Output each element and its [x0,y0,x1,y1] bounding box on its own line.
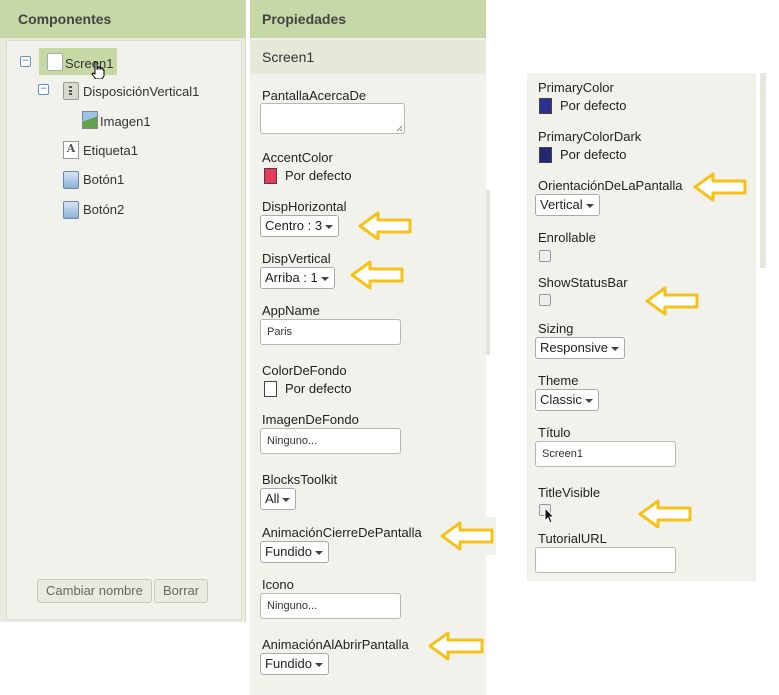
resize-grip-icon[interactable] [396,125,403,132]
show-status-bar-label: ShowStatusBar [538,275,628,290]
screen-icon [47,53,63,71]
tree-item-label: Imagen1 [100,114,151,129]
components-panel: Componentes − Screen1 − DisposiciónVerti… [0,0,246,622]
align-vertical-label: DispVertical [262,251,331,266]
open-screen-animation-label: AnimaciónAlAbrirPantalla [262,637,409,652]
properties-header: Propiedades [250,0,486,38]
label-icon: A [63,141,79,159]
accent-color-swatch[interactable] [264,168,277,184]
collapse-toggle-icon[interactable]: − [20,56,31,67]
open-screen-animation-dropdown[interactable]: Fundido [260,653,329,675]
screen-orientation-dropdown[interactable]: Vertical [535,194,600,216]
align-vertical-dropdown[interactable]: Arriba : 1 [260,267,335,289]
screen-orientation-label: OrientaciónDeLaPantalla [538,178,683,193]
properties-scrollbar[interactable] [486,190,490,355]
components-tree: − Screen1 − DisposiciónVertical1 Imagen1… [6,40,242,620]
tutorial-url-input[interactable] [535,547,676,573]
vertical-arrangement-icon [63,82,79,100]
background-image-input[interactable]: Ninguno... [260,428,401,454]
primary-color-dark-value[interactable]: Por defecto [560,147,627,162]
sizing-label: Sizing [538,321,574,336]
primary-color-value[interactable]: Por defecto [560,98,627,113]
show-status-bar-checkbox[interactable] [539,294,551,306]
icon-input[interactable]: Ninguno... [260,593,401,619]
sizing-dropdown[interactable]: Responsive [535,337,625,359]
primary-color-dark-swatch[interactable] [539,147,552,163]
tutorial-url-label: TutorialURL [538,531,607,546]
accent-color-label: AccentColor [262,150,333,165]
mouse-pointer-icon [544,507,555,524]
left-arrow-icon [438,517,496,555]
blocks-toolkit-label: BlocksToolkit [262,472,338,487]
tree-item-label: Botón1 [83,172,125,187]
background-color-value[interactable]: Por defecto [285,381,352,396]
left-arrow-icon [638,498,692,530]
tree-item-label: DisposiciónVertical1 [83,84,200,99]
primary-color-swatch[interactable] [539,98,552,114]
properties-panel: Propiedades Screen1 PantallaAcercaDe Acc… [250,0,486,695]
background-color-label: ColorDeFondo [262,363,347,378]
accent-color-value[interactable]: Por defecto [285,168,352,183]
theme-label: Theme [538,373,579,388]
about-screen-label: PantallaAcercaDe [262,88,367,103]
tree-item-label: Screen1 [65,56,114,71]
title-input[interactable]: Screen1 [535,441,676,467]
left-arrow-icon [350,259,404,291]
column2-scrollbar[interactable] [756,73,766,268]
background-image-label: ImagenDeFondo [262,412,359,427]
button-icon [63,201,79,219]
close-screen-animation-dropdown[interactable]: Fundido [260,541,329,563]
selected-component-name: Screen1 [250,40,486,74]
left-arrow-icon [693,171,747,203]
background-color-swatch[interactable] [264,381,277,397]
hand-cursor-icon [91,61,105,79]
tree-item-vertical-arrangement[interactable]: DisposiciónVertical1 [63,81,238,103]
left-arrow-icon [645,285,699,317]
left-arrow-icon [358,210,412,242]
about-screen-textarea[interactable] [260,103,405,134]
app-name-input[interactable]: Paris [260,319,401,345]
close-screen-animation-label: AnimaciónCierreDePantalla [262,525,422,540]
align-horizontal-dropdown[interactable]: Centro : 3 [260,215,340,237]
delete-button[interactable]: Borrar [154,579,209,603]
rename-button[interactable]: Cambiar nombre [37,579,152,603]
tree-item-label: Botón2 [83,202,125,217]
theme-dropdown[interactable]: Classic [535,389,599,411]
collapse-toggle-icon[interactable]: − [38,84,49,95]
align-horizontal-label: DispHorizontal [262,199,347,214]
left-arrow-icon [426,628,486,664]
primary-color-label: PrimaryColor [538,80,614,95]
title-visible-label: TitleVisible [538,485,601,500]
icon-label: Icono [262,577,294,592]
blocks-toolkit-dropdown[interactable]: All [260,488,297,510]
image-icon [82,111,98,129]
scrollable-label: Enrollable [538,230,596,245]
button-icon [63,171,79,189]
tree-item-label: Etiqueta1 [83,143,138,158]
components-header: Componentes [0,0,245,38]
title-label: Título [538,425,571,440]
primary-color-dark-label: PrimaryColorDark [538,129,642,144]
scrollable-checkbox[interactable] [539,250,551,262]
app-name-label: AppName [262,303,320,318]
